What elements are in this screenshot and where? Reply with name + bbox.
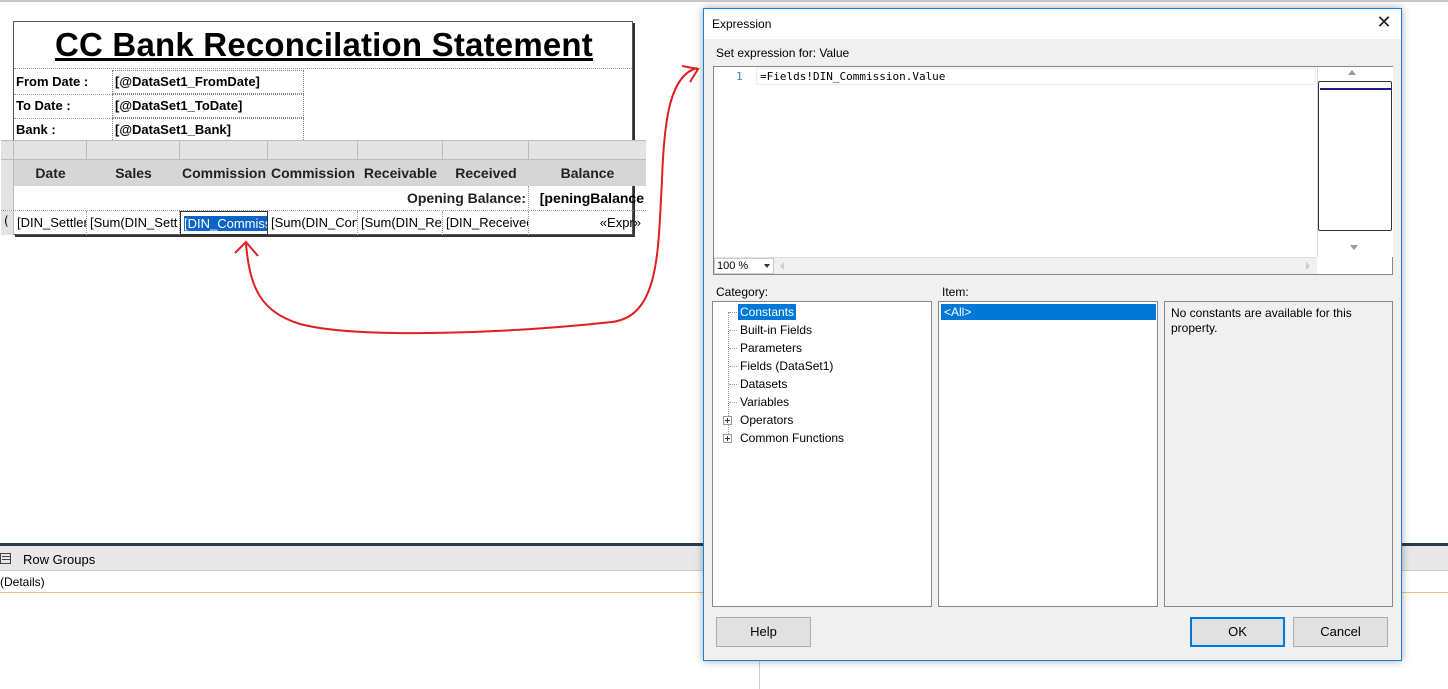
cell-balance-expr[interactable]: «Expr» xyxy=(529,211,646,235)
header-receivable[interactable]: Receivable xyxy=(358,160,443,186)
scroll-right-icon[interactable] xyxy=(1306,262,1310,270)
ok-button[interactable]: OK xyxy=(1190,617,1285,647)
tree-connector xyxy=(729,330,737,331)
annotation-arrowhead-right xyxy=(681,65,700,83)
annotation-arrowhead-left xyxy=(234,240,259,257)
editor-status-bar: 100 % xyxy=(714,257,1317,274)
description-pane: No constants are available for this prop… xyxy=(1164,301,1393,607)
cell-sales[interactable]: [Sum(DIN_Sett xyxy=(87,211,180,235)
help-button[interactable]: Help xyxy=(716,617,811,647)
opening-balance-label[interactable]: Opening Balance: xyxy=(201,190,526,206)
line-number: 1 xyxy=(736,70,743,83)
cell-received[interactable]: [DIN_Receivec xyxy=(443,211,529,235)
dialog-titlebar[interactable]: Expression ✕ xyxy=(704,9,1401,39)
chevron-down-icon[interactable] xyxy=(764,264,770,268)
row-gutter-glyph: ( xyxy=(4,214,9,228)
close-icon[interactable]: ✕ xyxy=(1371,12,1397,36)
cell-commission-sum[interactable]: [Sum(DIN_Con xyxy=(268,211,358,235)
cell-date[interactable]: [DIN_Settler xyxy=(14,211,87,235)
cell-commission-selected[interactable]: [DIN_Commiss xyxy=(180,211,268,235)
expand-icon[interactable] xyxy=(723,434,732,443)
header-received[interactable]: Received xyxy=(443,160,529,186)
to-date-value[interactable]: [@DataSet1_ToDate] xyxy=(112,94,304,118)
title-separator xyxy=(14,68,632,69)
category-built-in-fields[interactable]: Built-in Fields xyxy=(738,322,814,338)
dialog-title: Expression xyxy=(712,17,772,31)
tree-connector xyxy=(729,384,737,385)
category-constants[interactable]: Constants xyxy=(738,304,797,320)
header-sales[interactable]: Sales xyxy=(87,160,180,186)
row-handle[interactable] xyxy=(1,160,14,186)
report-body[interactable]: CC Bank Reconcilation Statement From Dat… xyxy=(1,21,646,235)
row-handle[interactable]: ( xyxy=(1,211,14,235)
bank-value[interactable]: [@DataSet1_Bank] xyxy=(112,118,304,142)
category-variables[interactable]: Variables xyxy=(738,394,791,410)
category-operators[interactable]: Operators xyxy=(738,412,795,428)
expression-editor[interactable]: 1 =Fields!DIN_Commission.Value 100 % xyxy=(713,66,1393,275)
column-handle[interactable] xyxy=(1,141,14,159)
param-row-from-date[interactable]: From Date : [@DataSet1_FromDate] xyxy=(14,70,304,94)
expand-icon[interactable] xyxy=(723,416,732,425)
detail-row[interactable]: ( [DIN_Settler [Sum(DIN_Sett [DIN_Commis… xyxy=(1,210,646,235)
column-handle[interactable] xyxy=(443,141,529,159)
param-row-to-date[interactable]: To Date : [@DataSet1_ToDate] xyxy=(14,94,304,118)
bank-label: Bank : xyxy=(16,122,56,137)
cell-receivable[interactable]: [Sum(DIN_Re xyxy=(358,211,443,235)
scroll-down-icon[interactable] xyxy=(1350,245,1358,250)
minimap-line-marker xyxy=(1320,88,1392,90)
header-balance[interactable]: Balance xyxy=(529,160,646,186)
category-label: Category: xyxy=(716,285,769,299)
tablix-column-handles[interactable] xyxy=(1,140,646,160)
opening-balance-value[interactable]: peningBalance] xyxy=(528,186,646,210)
column-handle[interactable] xyxy=(14,141,87,159)
expression-dialog[interactable]: Expression ✕ Set expression for: Value 1… xyxy=(703,8,1402,661)
from-date-label: From Date : xyxy=(16,74,89,89)
tablix-header-row[interactable]: Date Sales Commission Commission Receiva… xyxy=(1,160,646,186)
category-datasets[interactable]: Datasets xyxy=(738,376,789,392)
header-commission-2[interactable]: Commission xyxy=(268,160,358,186)
opening-balance-text: peningBalance] xyxy=(539,190,644,206)
row-group-details[interactable]: (Details) xyxy=(0,575,45,589)
header-date[interactable]: Date xyxy=(14,160,87,186)
column-handle[interactable] xyxy=(268,141,358,159)
zoom-value: 100 % xyxy=(717,260,749,272)
row-handle[interactable] xyxy=(1,186,14,210)
item-all[interactable]: <All> xyxy=(941,304,1156,320)
cancel-button[interactable]: Cancel xyxy=(1293,617,1388,647)
header-commission[interactable]: Commission xyxy=(180,160,268,186)
column-handle[interactable] xyxy=(180,141,268,159)
top-divider xyxy=(0,0,1448,2)
scroll-left-icon[interactable] xyxy=(780,262,784,270)
description-text: No constants are available for this prop… xyxy=(1171,306,1352,335)
tree-connector xyxy=(729,402,737,403)
tree-connector xyxy=(729,312,737,313)
opening-balance-row[interactable]: Opening Balance: peningBalance] xyxy=(1,186,646,210)
tree-connector xyxy=(729,348,737,349)
category-common-functions[interactable]: Common Functions xyxy=(738,430,846,446)
row-groups-title: Row Groups xyxy=(23,552,96,567)
expression-text[interactable]: =Fields!DIN_Commission.Value xyxy=(760,70,945,83)
to-date-label: To Date : xyxy=(16,98,71,113)
cell-commission-text: [DIN_Commiss xyxy=(184,216,267,231)
tree-connector xyxy=(729,366,737,367)
category-tree[interactable]: Constants Built-in Fields Parameters Fie… xyxy=(712,301,932,607)
category-parameters[interactable]: Parameters xyxy=(738,340,804,356)
pane-divider xyxy=(759,660,760,689)
category-fields-dataset1[interactable]: Fields (DataSet1) xyxy=(738,358,835,374)
item-label: Item: xyxy=(942,285,969,299)
zoom-select[interactable]: 100 % xyxy=(714,258,774,274)
report-title[interactable]: CC Bank Reconcilation Statement xyxy=(14,26,634,64)
from-date-value[interactable]: [@DataSet1_FromDate] xyxy=(112,70,304,94)
column-handle[interactable] xyxy=(529,141,646,159)
column-handle[interactable] xyxy=(87,141,180,159)
set-expression-label: Set expression for: Value xyxy=(716,46,850,60)
item-list[interactable]: <All> xyxy=(938,301,1158,607)
scroll-up-icon[interactable] xyxy=(1348,70,1356,75)
param-row-bank[interactable]: Bank : [@DataSet1_Bank] xyxy=(14,118,304,142)
column-handle[interactable] xyxy=(358,141,443,159)
row-groups-icon xyxy=(0,553,11,564)
editor-minimap[interactable] xyxy=(1317,67,1393,257)
minimap-viewport[interactable] xyxy=(1318,81,1392,231)
